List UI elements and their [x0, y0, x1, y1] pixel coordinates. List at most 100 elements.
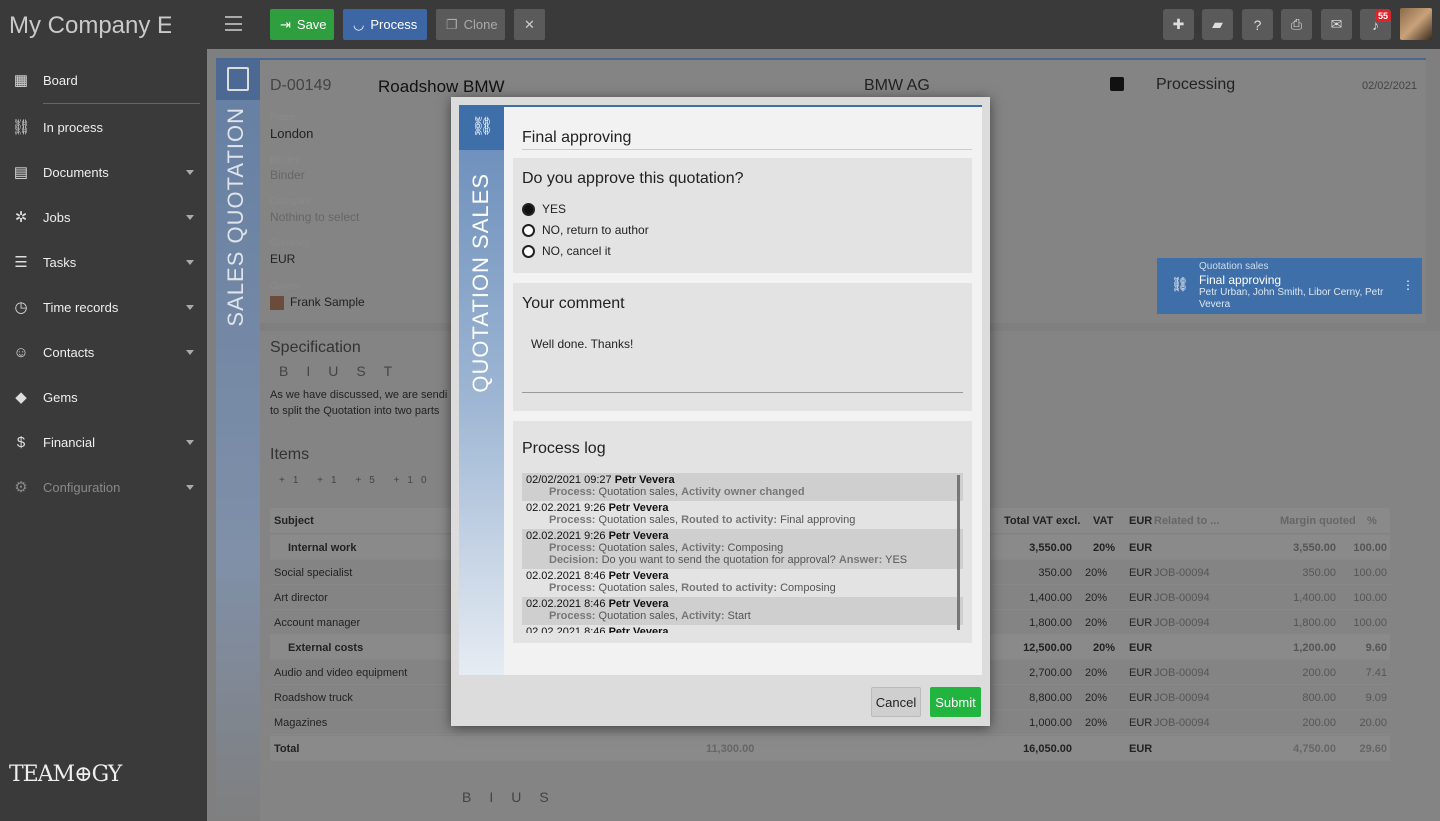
document-icon: [227, 67, 249, 91]
cell-currency: EUR: [1129, 692, 1153, 704]
radio-icon: [522, 223, 535, 237]
option-yes[interactable]: YES: [522, 202, 566, 216]
column-total-vat-excl: Total VAT excl.: [1004, 515, 1081, 527]
cell-margin: 200.00: [1302, 717, 1336, 729]
cell-related[interactable]: JOB-00094: [1154, 667, 1210, 679]
sidebar-item-gems[interactable]: ◆ Gems: [0, 382, 207, 412]
cell-vat[interactable]: 20%: [1085, 667, 1107, 679]
category-field[interactable]: Nothing to select: [270, 210, 359, 224]
note-button[interactable]: ▰: [1202, 9, 1233, 40]
process-button[interactable]: ◡ Process: [343, 9, 427, 40]
sidebar-item-configuration[interactable]: ⚙ Configuration: [0, 472, 207, 502]
sidebar-item-tasks[interactable]: ☰ Tasks: [0, 247, 207, 277]
footer-formatting-toolbar[interactable]: BIUS: [462, 789, 567, 805]
formatting-toolbar[interactable]: BIUST: [279, 363, 410, 379]
cancel-button[interactable]: Cancel: [871, 687, 921, 717]
sidebar-item-in-process[interactable]: ⛓ In process: [0, 112, 207, 142]
cell-vat[interactable]: 20%: [1085, 692, 1107, 704]
option-cancel-it[interactable]: NO, cancel it: [522, 244, 611, 258]
help-button[interactable]: ?: [1242, 9, 1273, 40]
print-icon: ⎙: [1290, 16, 1303, 32]
total-pct: 29.60: [1359, 743, 1387, 755]
binder-field[interactable]: Binder: [270, 168, 305, 182]
process-card[interactable]: ⛓ Quotation sales Final approving Petr U…: [1157, 258, 1422, 314]
company-field[interactable]: BMW AG: [864, 77, 930, 95]
cell-related[interactable]: JOB-00094: [1154, 617, 1210, 629]
user-avatar[interactable]: [1400, 8, 1432, 40]
sidebar: ▦ Board ⛓ In process ▤ Documents ✲ Jobs ☰ Tas…: [0, 49, 207, 821]
comment-input[interactable]: Well done. Thanks!: [522, 327, 963, 393]
column-related: Related to ...: [1154, 515, 1220, 527]
cell-pct: 7.41: [1365, 667, 1387, 679]
cell-vat[interactable]: 20%: [1085, 567, 1107, 579]
cell-margin: 350.00: [1302, 567, 1336, 579]
cell-total: 1,400.00: [1029, 592, 1072, 604]
total-label: Total: [274, 743, 300, 755]
chevron-down-icon: [186, 260, 194, 265]
sidebar-item-time-records[interactable]: ◷ Time records: [0, 292, 207, 322]
cell-vat[interactable]: 20%: [1085, 617, 1107, 629]
log-entry: 02.02.2021 8:46 Petr VeveraProcess: Quot…: [522, 597, 963, 625]
help-icon: ?: [1253, 16, 1262, 33]
status-label: Processing: [1156, 76, 1236, 93]
add-button[interactable]: ✚: [1163, 9, 1194, 40]
jobs-icon: ✲: [14, 209, 28, 226]
cell-vat[interactable]: 20%: [1085, 717, 1107, 729]
tools-button[interactable]: ✕: [514, 9, 545, 40]
total-margin: 4,750.00: [1293, 743, 1336, 755]
process-log-list[interactable]: 02/02/2021 09:27 Petr Vevera Process: Quo…: [522, 473, 963, 633]
column-vat: VAT: [1093, 515, 1114, 527]
cell-related[interactable]: JOB-00094: [1154, 717, 1210, 729]
cell-related[interactable]: JOB-00094: [1154, 592, 1210, 604]
chat-button[interactable]: ✉: [1321, 9, 1352, 40]
clone-button[interactable]: ❐ Clone: [436, 9, 505, 40]
cell-vat[interactable]: 20%: [1085, 592, 1107, 604]
chevron-down-icon: [186, 485, 194, 490]
cell-total: 350.00: [1038, 567, 1072, 579]
top-bar: My Company Ei ⇥ Save ◡ Process ❐ Clone ✕ ✚ …: [0, 0, 1440, 49]
specification-text-1: As we have discussed, we are sendi: [270, 389, 448, 401]
grid-icon: ▦: [13, 72, 29, 89]
hamburger-menu-icon[interactable]: [225, 16, 242, 31]
place-field[interactable]: London: [270, 126, 313, 141]
log-entry: 02.02.2021 8:46 Petr VeveraProcess: Quot…: [526, 570, 836, 594]
items-toolbar[interactable]: +1 +1 +5 +10: [279, 475, 435, 486]
sidebar-item-jobs[interactable]: ✲ Jobs: [0, 202, 207, 232]
cell-margin: 800.00: [1302, 692, 1336, 704]
submit-button[interactable]: Submit: [930, 687, 981, 717]
more-icon[interactable]: ⋮: [1402, 278, 1414, 292]
dollar-icon: $: [16, 433, 26, 451]
log-scrollbar[interactable]: [957, 475, 960, 630]
cell-related[interactable]: JOB-00094: [1154, 692, 1210, 704]
sidebar-item-financial[interactable]: $ Financial: [0, 427, 207, 457]
cell-total: 2,700.00: [1029, 667, 1072, 679]
edit-icon[interactable]: [1110, 77, 1124, 91]
dialog-content: Final approving Do you approve this quot…: [504, 105, 982, 675]
document-title[interactable]: Roadshow BMW: [378, 77, 505, 97]
title-divider: [522, 149, 972, 150]
cell-related[interactable]: JOB-00094: [1154, 567, 1210, 579]
owner-label: Owner: [270, 281, 300, 292]
save-button[interactable]: ⇥ Save: [270, 9, 334, 40]
cell-margin: 3,550.00: [1293, 542, 1336, 554]
activity-title: Final approving: [522, 129, 632, 146]
sidebar-item-contacts[interactable]: ☺ Contacts: [0, 337, 207, 367]
cell-margin: 1,800.00: [1293, 617, 1336, 629]
currency-select[interactable]: EUR: [270, 252, 295, 266]
column-pct: %: [1367, 515, 1377, 527]
notification-badge: 55: [1375, 10, 1392, 22]
place-label: Place: [270, 112, 296, 123]
process-log-panel: Process log 02/02/2021 09:27 Petr Vevera…: [513, 421, 972, 643]
sidebar-item-board[interactable]: ▦ Board: [0, 65, 207, 95]
column-subject: Subject: [274, 515, 314, 527]
print-button[interactable]: ⎙: [1281, 9, 1312, 40]
table-total-row: Total 11,300.00 16,050.00 EUR 4,750.00 29.60: [270, 736, 1390, 761]
question-title: Do you approve this quotation?: [522, 170, 744, 187]
tasks-icon: ☰: [14, 254, 28, 271]
comment-panel: Your comment Well done. Thanks!: [513, 283, 972, 411]
option-return-to-author[interactable]: NO, return to author: [522, 223, 649, 237]
sidebar-item-documents[interactable]: ▤ Documents: [0, 157, 207, 187]
chat-icon: ✉: [1330, 16, 1343, 32]
comment-text: Well done. Thanks!: [531, 337, 634, 351]
owner-field[interactable]: Frank Sample: [290, 295, 365, 309]
